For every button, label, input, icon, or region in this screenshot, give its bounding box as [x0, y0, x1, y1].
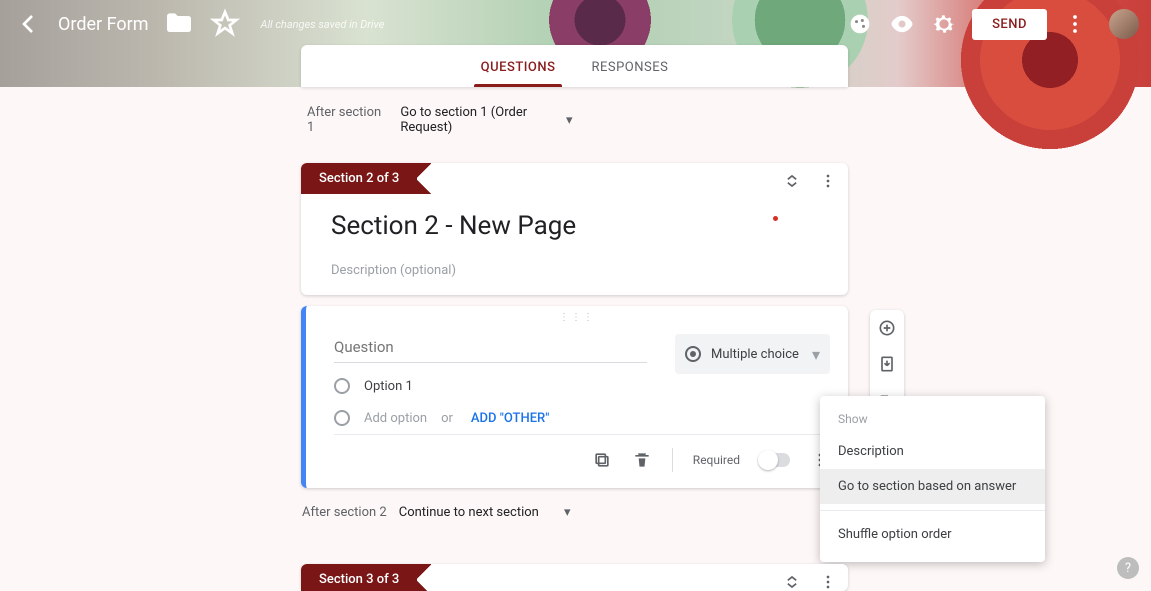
- settings-gear-icon[interactable]: [930, 10, 958, 38]
- section-title-input[interactable]: Section 2 - New Page: [331, 211, 820, 241]
- star-icon[interactable]: [209, 8, 241, 40]
- chevron-down-icon: ▾: [564, 505, 571, 520]
- add-question-icon[interactable]: [877, 318, 897, 338]
- page-root: Order Form All changes saved in Drive SE…: [0, 0, 1151, 591]
- radio-icon: [334, 378, 350, 394]
- section-header-actions: [782, 572, 838, 591]
- more-vert-icon[interactable]: [818, 572, 838, 591]
- section-2-ribbon: Section 2 of 3: [301, 163, 417, 194]
- header-left: Order Form All changes saved in Drive: [12, 0, 384, 48]
- chevron-down-icon: ▾: [566, 113, 573, 128]
- after-section-1-label: After section 1: [307, 105, 388, 135]
- more-vert-icon[interactable]: [1061, 10, 1089, 38]
- app-header: Order Form All changes saved in Drive SE…: [0, 0, 1151, 87]
- header-right: SEND: [846, 0, 1139, 48]
- after-section-1-select[interactable]: After section 1 Go to section 1 (Order R…: [307, 105, 575, 135]
- after-section-1-value: Go to section 1 (Order Request): [400, 105, 575, 135]
- duplicate-icon[interactable]: [592, 450, 612, 470]
- add-other-button[interactable]: ADD "OTHER": [471, 411, 549, 426]
- section-description-input[interactable]: Description (optional): [331, 263, 820, 278]
- menu-item-shuffle[interactable]: Shuffle option order: [820, 517, 1045, 552]
- preview-eye-icon[interactable]: [888, 10, 916, 38]
- question-type-select[interactable]: Multiple choice ▾: [675, 334, 830, 374]
- question-card[interactable]: ⋮⋮⋮ Multiple choice ▾ Option 1 Add optio…: [301, 306, 848, 488]
- tab-strip: QUESTIONS RESPONSES: [301, 45, 848, 87]
- chevron-down-icon: ▾: [812, 345, 820, 364]
- question-text-input[interactable]: [334, 334, 647, 363]
- send-button[interactable]: SEND: [972, 9, 1047, 40]
- delete-trash-icon[interactable]: [632, 450, 652, 470]
- required-toggle[interactable]: [760, 453, 790, 467]
- more-vert-icon[interactable]: [818, 171, 838, 191]
- folder-icon[interactable]: [163, 8, 195, 40]
- after-section-2-value: Continue to next section: [399, 505, 539, 520]
- user-avatar[interactable]: [1109, 9, 1139, 39]
- option-row[interactable]: Option 1: [334, 378, 413, 394]
- back-arrow-icon[interactable]: [12, 8, 44, 40]
- collapse-icon[interactable]: [782, 171, 802, 191]
- required-label: Required: [693, 453, 740, 467]
- radio-icon: [334, 410, 350, 426]
- divider: [672, 448, 673, 472]
- menu-header: Show: [820, 406, 1045, 434]
- drag-handle-icon[interactable]: ⋮⋮⋮: [559, 312, 595, 323]
- question-row: Multiple choice ▾: [334, 334, 830, 374]
- menu-item-goto-section[interactable]: Go to section based on answer: [820, 469, 1045, 504]
- add-option-row[interactable]: Add option or ADD "OTHER": [334, 410, 549, 426]
- question-footer: Required: [334, 434, 830, 478]
- radio-icon: [685, 346, 701, 362]
- help-icon[interactable]: ?: [1117, 557, 1139, 579]
- section-header-actions: [782, 171, 838, 191]
- menu-item-description[interactable]: Description: [820, 434, 1045, 469]
- tab-responses[interactable]: RESPONSES: [573, 60, 686, 87]
- menu-separator: [820, 510, 1045, 511]
- import-question-icon[interactable]: [877, 354, 897, 374]
- after-section-2-select[interactable]: After section 2 Continue to next section…: [302, 505, 570, 520]
- tab-questions[interactable]: QUESTIONS: [463, 60, 574, 87]
- palette-icon[interactable]: [846, 10, 874, 38]
- question-options-menu: Show Description Go to section based on …: [820, 396, 1045, 562]
- unsaved-dot-icon: [773, 216, 778, 221]
- after-section-2-label: After section 2: [302, 505, 387, 520]
- option-label[interactable]: Option 1: [364, 379, 413, 394]
- save-status: All changes saved in Drive: [261, 18, 385, 31]
- question-type-label: Multiple choice: [711, 347, 799, 362]
- add-option-label[interactable]: Add option: [364, 411, 427, 426]
- section-3-ribbon: Section 3 of 3: [301, 564, 417, 591]
- form-title[interactable]: Order Form: [58, 14, 149, 35]
- collapse-icon[interactable]: [782, 572, 802, 591]
- or-text: or: [441, 411, 453, 426]
